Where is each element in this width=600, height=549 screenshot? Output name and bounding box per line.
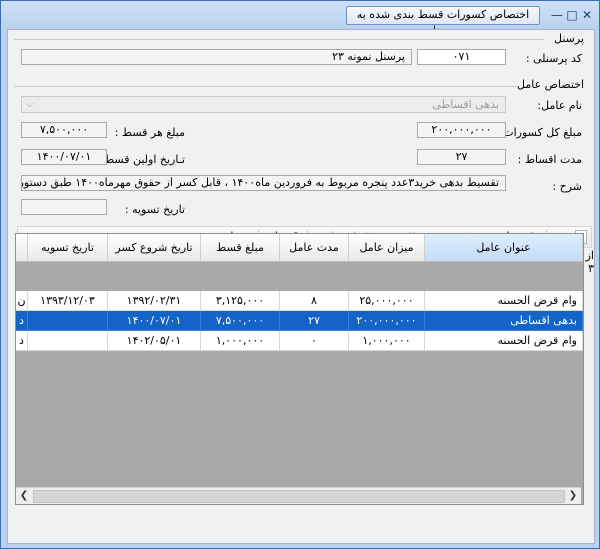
personnel-code-field[interactable]: ۰۷۱ bbox=[417, 49, 506, 65]
table-cell: ۱۳۹۲/۰۲/۳۱ bbox=[108, 291, 201, 311]
factor-name-label: نام عامل: bbox=[537, 99, 582, 112]
table-cell: ۳,۱۲۵,۰۰۰ bbox=[201, 291, 280, 311]
chevron-down-icon[interactable]: ⌵ bbox=[26, 97, 34, 112]
total-deductions-field[interactable]: ۲۰۰,۰۰۰,۰۰۰ bbox=[417, 122, 506, 138]
scroll-left-icon[interactable]: ❮ bbox=[16, 488, 32, 504]
table-cell: ۲۷ bbox=[280, 311, 349, 331]
table-cell: ۱۳۹۳/۱۲/۰۳ bbox=[28, 291, 108, 311]
total-deductions-label: مبلغ کل کسورات : bbox=[496, 126, 582, 139]
first-installment-date-field[interactable]: ۱۴۰۰/۰۷/۰۱ bbox=[21, 149, 107, 165]
column-header-factor-title[interactable]: عنوان عامل bbox=[425, 234, 583, 262]
table-cell: بدهی اقساطی bbox=[425, 311, 583, 331]
table-cell: ۱۴۰۰/۰۷/۰۱ bbox=[108, 311, 201, 331]
column-header-installment-amount[interactable]: مبلغ قسط bbox=[201, 234, 280, 262]
column-header-extra[interactable] bbox=[16, 234, 28, 262]
settlement-date-label: تاریخ تسویه : bbox=[124, 203, 185, 216]
personnel-group-title: پرسنل bbox=[554, 32, 584, 45]
window-title: اختصاص کسورات قسط بندی شده به پرسنل bbox=[346, 6, 540, 37]
table-cell bbox=[28, 331, 108, 351]
column-header-factor-duration[interactable]: مدت عامل bbox=[280, 234, 349, 262]
personnel-code-label: کد پرسنلی : bbox=[525, 52, 582, 65]
table-cell: ۱۴۰۲/۰۵/۰۱ bbox=[108, 331, 201, 351]
installment-amount-label: مبلغ هر قسط : bbox=[114, 126, 185, 139]
deductions-table[interactable]: عنوان عامل میزان عامل مدت عامل مبلغ قسط … bbox=[15, 233, 584, 505]
table-cell: ن bbox=[16, 291, 28, 311]
first-installment-date-label: تـاریخ اولین قسط : bbox=[96, 153, 185, 166]
table-cell: د bbox=[16, 331, 28, 351]
column-header-factor-amount[interactable]: میزان عامل bbox=[349, 234, 425, 262]
allocation-group-title: اختصاص عامل bbox=[517, 78, 584, 91]
installment-amount-field[interactable]: ۷,۵۰۰,۰۰۰ bbox=[21, 122, 107, 138]
personnel-separator bbox=[14, 39, 544, 40]
table-cell: ۷,۵۰۰,۰۰۰ bbox=[201, 311, 280, 331]
scroll-right-icon[interactable]: ❯ bbox=[565, 488, 581, 504]
minimize-icon[interactable]: — bbox=[550, 8, 564, 22]
scrollbar-thumb[interactable] bbox=[33, 490, 565, 503]
table-cell: د bbox=[16, 311, 28, 331]
column-header-start-date[interactable]: تاریخ شروع کسر bbox=[108, 234, 201, 262]
horizontal-scrollbar[interactable]: ❮ ❯ bbox=[16, 487, 581, 504]
allocation-separator bbox=[14, 86, 518, 87]
table-cell: ۰ bbox=[280, 331, 349, 351]
installment-count-label: مدت اقساط : bbox=[517, 153, 582, 166]
main-window: ✕ □ — اختصاص کسورات قسط بندی شده به پرسن… bbox=[0, 0, 600, 549]
close-icon[interactable]: ✕ bbox=[580, 8, 594, 22]
table-cell: ۱,۰۰۰,۰۰۰ bbox=[349, 331, 425, 351]
column-header-settlement-date[interactable]: تاریخ تسویه bbox=[28, 234, 108, 262]
factor-name-select[interactable]: بدهی اقساطی ⌵ bbox=[21, 96, 506, 113]
personnel-name-field: پرسنل نمونه ۲۳ bbox=[21, 49, 412, 65]
table-cell: ۸ bbox=[280, 291, 349, 311]
installment-count-field[interactable]: ۲۷ bbox=[417, 149, 506, 165]
table-cell: ۲۵,۰۰۰,۰۰۰ bbox=[349, 291, 425, 311]
table-cell: ۲۰۰,۰۰۰,۰۰۰ bbox=[349, 311, 425, 331]
settlement-date-field[interactable] bbox=[21, 199, 107, 215]
description-label: شرح : bbox=[552, 180, 582, 193]
maximize-icon[interactable]: □ bbox=[565, 8, 579, 22]
table-cell bbox=[28, 311, 108, 331]
table-cell: وام قرض الحسنه bbox=[425, 331, 583, 351]
table-cell: ۱,۰۰۰,۰۰۰ bbox=[201, 331, 280, 351]
factor-name-value: بدهی اقساطی bbox=[432, 98, 499, 111]
table-cell: وام قرض الحسنه bbox=[425, 291, 583, 311]
title-bar[interactable]: ✕ □ — اختصاص کسورات قسط بندی شده به پرسن… bbox=[1, 1, 599, 37]
description-field[interactable]: تقسیط بدهی خرید۳عدد پنجره مربوط به فرورد… bbox=[21, 175, 506, 191]
